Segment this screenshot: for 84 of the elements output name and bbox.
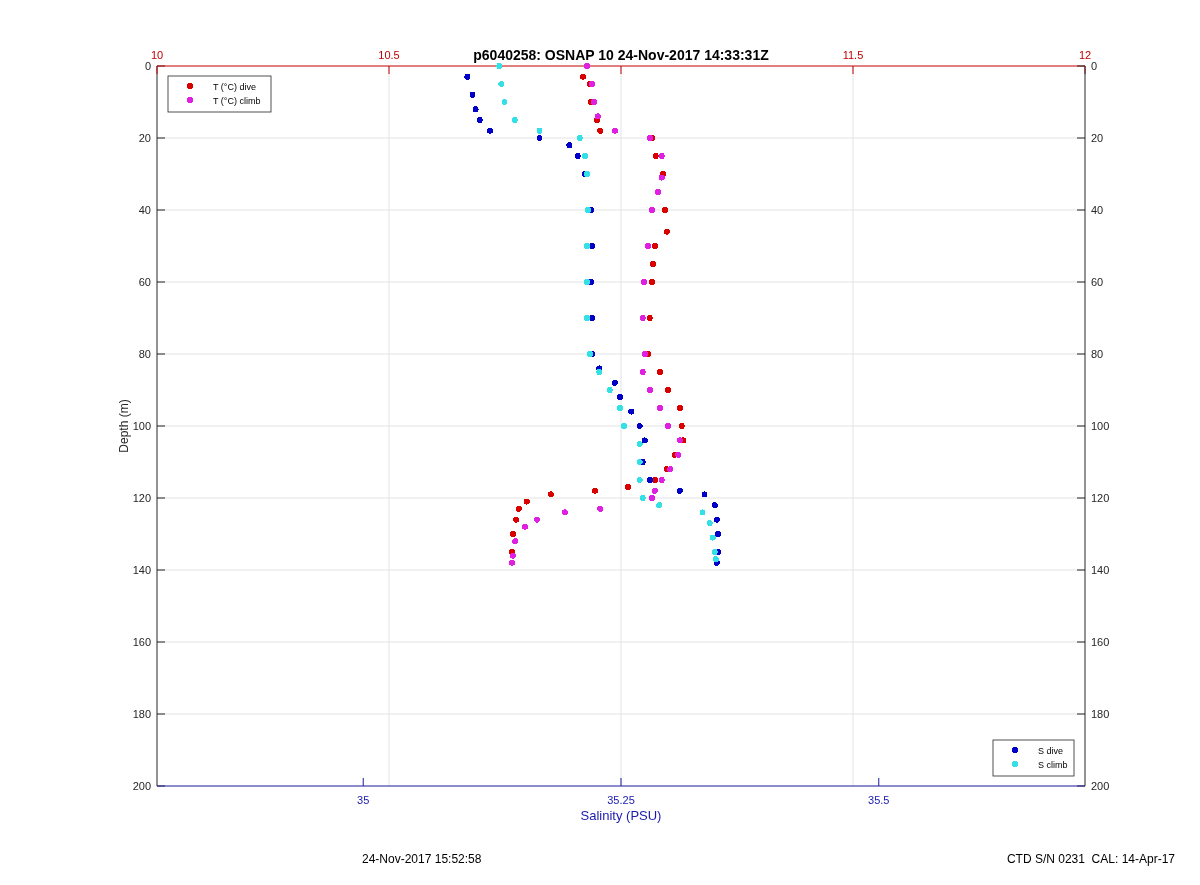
axis-tick-label: 160 xyxy=(132,636,151,648)
axis-tick-label: 160 xyxy=(1091,636,1110,648)
data-point xyxy=(469,91,476,98)
axis-tick-label: 0 xyxy=(1091,60,1098,72)
axis-tick-label: 0 xyxy=(144,60,151,72)
data-point xyxy=(592,487,598,494)
data-point xyxy=(511,117,518,123)
axis-tick-label: 120 xyxy=(1091,492,1110,504)
data-point xyxy=(561,509,568,516)
data-point xyxy=(597,505,604,512)
data-point xyxy=(612,127,618,134)
axis-tick-label: 80 xyxy=(1091,348,1104,360)
axis-tick-label: 80 xyxy=(138,348,151,360)
axis-tick-label: 10 xyxy=(150,49,164,61)
axis-tick-label: 140 xyxy=(1091,564,1110,576)
data-point xyxy=(650,261,656,267)
data-point xyxy=(566,142,573,149)
axis-tick-label: 10.5 xyxy=(378,49,400,61)
data-point xyxy=(711,502,718,509)
axis-tick-label: 20 xyxy=(1091,132,1104,144)
axis-tick-label: 100 xyxy=(1091,420,1110,432)
calibration-text: CTD S/N 0231 CAL: 14-Apr-17 xyxy=(1006,852,1175,866)
data-point xyxy=(513,516,520,523)
data-point xyxy=(663,228,670,235)
data-point xyxy=(597,127,604,134)
data-point xyxy=(617,394,623,401)
axis-tick-label: 180 xyxy=(132,708,151,720)
data-point xyxy=(636,477,643,483)
data-point xyxy=(472,106,479,113)
legend-label: T (°C) climb xyxy=(213,95,261,106)
data-point xyxy=(678,423,685,429)
data-point xyxy=(628,408,635,415)
data-point xyxy=(647,387,654,393)
data-point xyxy=(657,405,663,411)
data-point xyxy=(498,81,505,87)
legend-label: S dive xyxy=(1038,745,1063,756)
legend-label: S climb xyxy=(1038,759,1068,770)
axis-tick-label: 200 xyxy=(1091,780,1110,792)
data-point xyxy=(476,117,483,123)
data-point xyxy=(534,516,540,523)
axis-tick-label: 40 xyxy=(138,204,151,216)
axis-tick-label: 35 xyxy=(357,794,370,806)
data-point xyxy=(664,387,671,393)
data-point xyxy=(636,423,643,429)
data-point xyxy=(584,63,591,69)
data-point xyxy=(676,487,683,494)
data-point xyxy=(501,99,508,105)
axis-tick-label: 35.5 xyxy=(868,794,890,806)
data-point xyxy=(701,491,708,498)
axis-tick-label: 60 xyxy=(138,276,151,288)
data-point xyxy=(617,405,623,411)
data-point xyxy=(621,423,628,429)
data-point xyxy=(664,423,671,429)
axis-tick-label: 35.25 xyxy=(607,794,635,806)
x-axis-label: Salinity (PSU) xyxy=(580,808,662,823)
axis-tick-label: 180 xyxy=(1091,708,1110,720)
data-point xyxy=(639,369,646,375)
data-point xyxy=(625,484,631,491)
axis-tick-label: 20 xyxy=(138,132,151,144)
legend-label: T (°C) dive xyxy=(213,81,256,92)
data-point xyxy=(649,207,656,213)
chart-title: p6040258: OSNAP 10 24-Nov-2017 14:33:31Z xyxy=(473,47,769,63)
axis-tick-label: 12 xyxy=(1078,49,1092,61)
axis-tick-label: 100 xyxy=(132,420,151,432)
axis-tick-label: 11.5 xyxy=(842,49,864,61)
data-point xyxy=(639,495,646,501)
axis-tick-label: 200 xyxy=(132,780,151,792)
data-point xyxy=(655,189,662,195)
data-point xyxy=(464,73,471,80)
axis-tick-label: 120 xyxy=(132,492,151,504)
data-point xyxy=(487,127,493,134)
axis-tick-label: 60 xyxy=(1091,276,1104,288)
data-point xyxy=(699,509,706,516)
data-point xyxy=(522,523,528,530)
data-point xyxy=(576,135,583,141)
data-point xyxy=(547,491,554,498)
data-point xyxy=(662,207,669,213)
axis-tick-label: 140 xyxy=(132,564,151,576)
axis-tick-label: 40 xyxy=(1091,204,1104,216)
y-axis-label: Depth (m) xyxy=(117,399,131,453)
data-point xyxy=(657,369,663,375)
data-point xyxy=(496,63,503,69)
timestamp-text: 24-Nov-2017 15:52:58 xyxy=(362,852,482,866)
data-point xyxy=(676,405,683,411)
